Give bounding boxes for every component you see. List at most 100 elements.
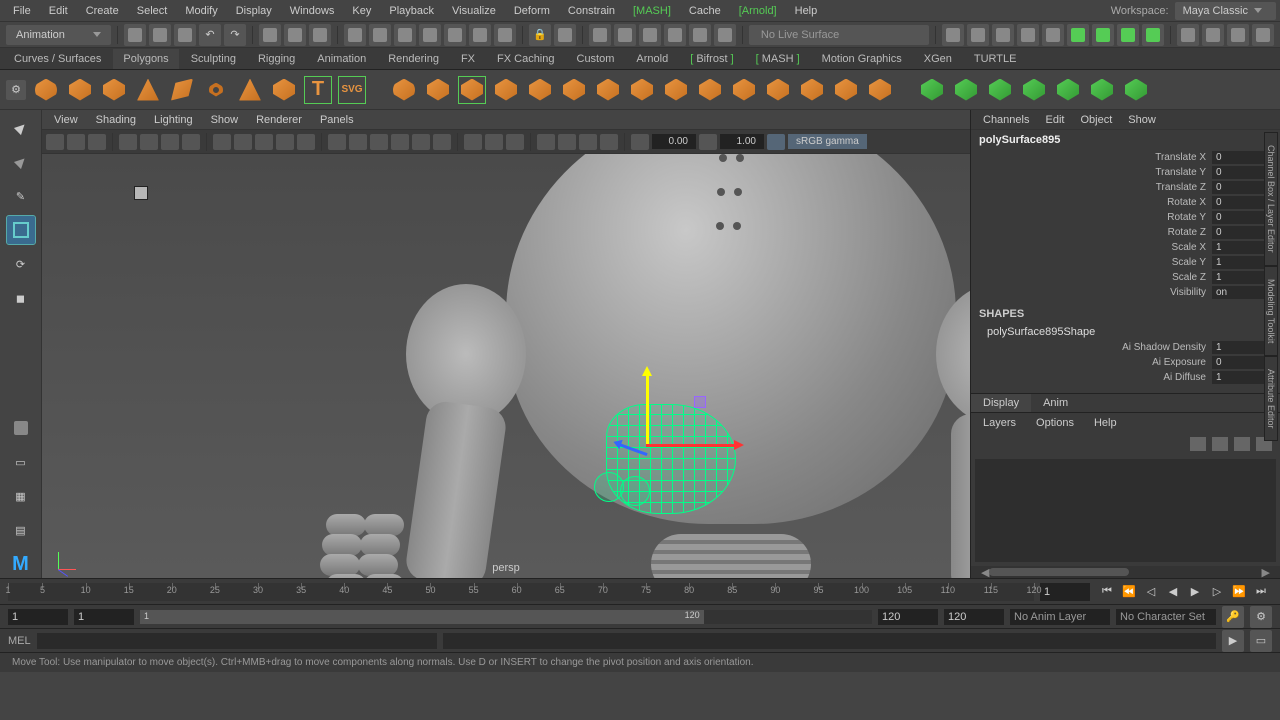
vp-menu-shading[interactable]: Shading (88, 112, 144, 128)
character-set-dropdown[interactable]: No Character Set (1116, 609, 1216, 625)
save-scene-icon[interactable] (174, 24, 196, 46)
attr-value[interactable]: 1 (1212, 271, 1272, 284)
attr-value[interactable]: 1 (1212, 341, 1272, 354)
paint-select-tool[interactable]: ✎ (7, 182, 35, 210)
vp-grid-icon[interactable] (119, 134, 137, 150)
vp-cache-icon[interactable] (600, 134, 618, 150)
new-scene-icon[interactable] (124, 24, 146, 46)
script-editor-icon[interactable]: ▶ (1222, 630, 1244, 652)
vp-ao-icon[interactable] (412, 134, 430, 150)
last-tool[interactable] (7, 414, 35, 442)
layout-custom-icon[interactable]: ▤ (7, 516, 35, 544)
script-output-icon[interactable]: ▭ (1250, 630, 1272, 652)
layer-list[interactable] (975, 459, 1276, 562)
hist-icon-2[interactable] (614, 24, 636, 46)
attr-value[interactable]: 0 (1212, 356, 1272, 369)
go-start-icon[interactable]: ⏮ (1097, 583, 1117, 601)
vp-gatemask-icon[interactable] (182, 134, 200, 150)
hist-icon-5[interactable] (689, 24, 711, 46)
menu-key[interactable]: Key (343, 2, 380, 20)
vp-filmgate-icon[interactable] (140, 134, 158, 150)
lock-icon[interactable]: 🔒 (529, 24, 551, 46)
poly-multicut-icon[interactable] (986, 76, 1014, 104)
axis-x-handle[interactable] (646, 444, 736, 447)
poly-cube-icon[interactable] (66, 76, 94, 104)
select-comp-icon[interactable] (309, 24, 331, 46)
hypershade-icon[interactable] (1067, 24, 1089, 46)
range-min-field[interactable]: 1 (8, 609, 68, 625)
layer-move-up-icon[interactable] (1190, 437, 1206, 451)
redo-icon[interactable]: ↷ (224, 24, 246, 46)
vp-xrayjoint-icon[interactable] (370, 134, 388, 150)
play-fwd-icon[interactable]: ▶ (1185, 583, 1205, 601)
vp-depth-icon[interactable] (464, 134, 482, 150)
rendersetup-icon[interactable] (1142, 24, 1164, 46)
shelf-tab-curvessurfaces[interactable]: Curves / Surfaces (4, 49, 111, 69)
menu-display[interactable]: Display (227, 2, 281, 20)
workspace-dropdown[interactable]: Maya Classic (1175, 2, 1276, 20)
live-surface-field[interactable]: No Live Surface (749, 25, 929, 45)
menu-playback[interactable]: Playback (380, 2, 443, 20)
cb-menu-edit[interactable]: Edit (1037, 112, 1072, 128)
side-tab-attribute-editor[interactable]: Attribute Editor (1264, 356, 1278, 442)
hist-icon-6[interactable] (714, 24, 736, 46)
poly-sphere-icon[interactable] (32, 76, 60, 104)
open-scene-icon[interactable] (149, 24, 171, 46)
range-end-field[interactable]: 120 (878, 609, 938, 625)
go-end-icon[interactable]: ⏭ (1251, 583, 1271, 601)
construction-hist-icon[interactable] (589, 24, 611, 46)
poly-cylinder-icon[interactable] (100, 76, 128, 104)
mode-dropdown[interactable]: Animation (6, 25, 111, 45)
undo-icon[interactable]: ↶ (199, 24, 221, 46)
scale-tool[interactable]: ◼ (7, 284, 35, 312)
current-frame-field[interactable]: 1 (1040, 583, 1090, 601)
poly-smooth-icon[interactable] (560, 76, 588, 104)
attr-value[interactable]: 0 (1212, 211, 1272, 224)
shelf-tab-custom[interactable]: Custom (567, 49, 625, 69)
rotate-tool[interactable]: ⟳ (7, 250, 35, 278)
menu-visualize[interactable]: Visualize (443, 2, 505, 20)
range-max-field[interactable]: 120 (944, 609, 1004, 625)
poly-cone-icon[interactable] (134, 76, 162, 104)
lasso-tool[interactable] (7, 148, 35, 176)
poly-separate-icon[interactable] (526, 76, 554, 104)
attr-value[interactable]: 0 (1212, 166, 1272, 179)
step-fwd-icon[interactable]: ▷ (1207, 583, 1227, 601)
vp-isolate-icon[interactable] (328, 134, 346, 150)
shape-name[interactable]: polySurface895Shape (971, 324, 1280, 340)
render-view-icon[interactable] (1042, 24, 1064, 46)
vp-hud-icon[interactable] (537, 134, 555, 150)
hist-icon-3[interactable] (639, 24, 661, 46)
vp-subd-icon[interactable] (579, 134, 597, 150)
renderlayer-icon[interactable] (1117, 24, 1139, 46)
menu-select[interactable]: Select (128, 2, 177, 20)
attr-value[interactable]: 0 (1212, 181, 1272, 194)
vp-shadow-icon[interactable] (297, 134, 315, 150)
vp-gamma-field[interactable]: 1.00 (720, 134, 764, 149)
attr-value[interactable]: 0 (1212, 226, 1272, 239)
snap-plane-icon[interactable] (419, 24, 441, 46)
timeline-track[interactable]: 1510152025303540455055606570758085909510… (8, 583, 1034, 601)
poly-combine-icon[interactable] (492, 76, 520, 104)
menu-constrain[interactable]: Constrain (559, 2, 624, 20)
cb-menu-object[interactable]: Object (1072, 112, 1120, 128)
side-tab-modeling-toolkit[interactable]: Modeling Toolkit (1264, 266, 1278, 356)
poly-reduce-icon[interactable] (594, 76, 622, 104)
step-back-key-icon[interactable]: ⏪ (1119, 583, 1139, 601)
shelf-settings-icon[interactable]: ⚙ (6, 80, 26, 100)
menu-mash[interactable]: [MASH] (624, 2, 680, 20)
render-seq-icon[interactable] (967, 24, 989, 46)
menu-help[interactable]: Help (786, 2, 827, 20)
panel-layout-icon[interactable] (1177, 24, 1199, 46)
snap-grid-icon[interactable] (344, 24, 366, 46)
cb-menu-channels[interactable]: Channels (975, 112, 1037, 128)
vp-wireframe-icon[interactable] (213, 134, 231, 150)
vp-resgate-icon[interactable] (161, 134, 179, 150)
menu-modify[interactable]: Modify (176, 2, 226, 20)
viewport-persp[interactable]: persp (42, 154, 970, 578)
prefs-icon[interactable]: ⚙ (1250, 606, 1272, 628)
poly-crease-icon[interactable] (1122, 76, 1150, 104)
poly-bridge-icon[interactable] (696, 76, 724, 104)
vp-refresh-icon[interactable] (631, 134, 649, 150)
poly-insertedge-icon[interactable] (1020, 76, 1048, 104)
